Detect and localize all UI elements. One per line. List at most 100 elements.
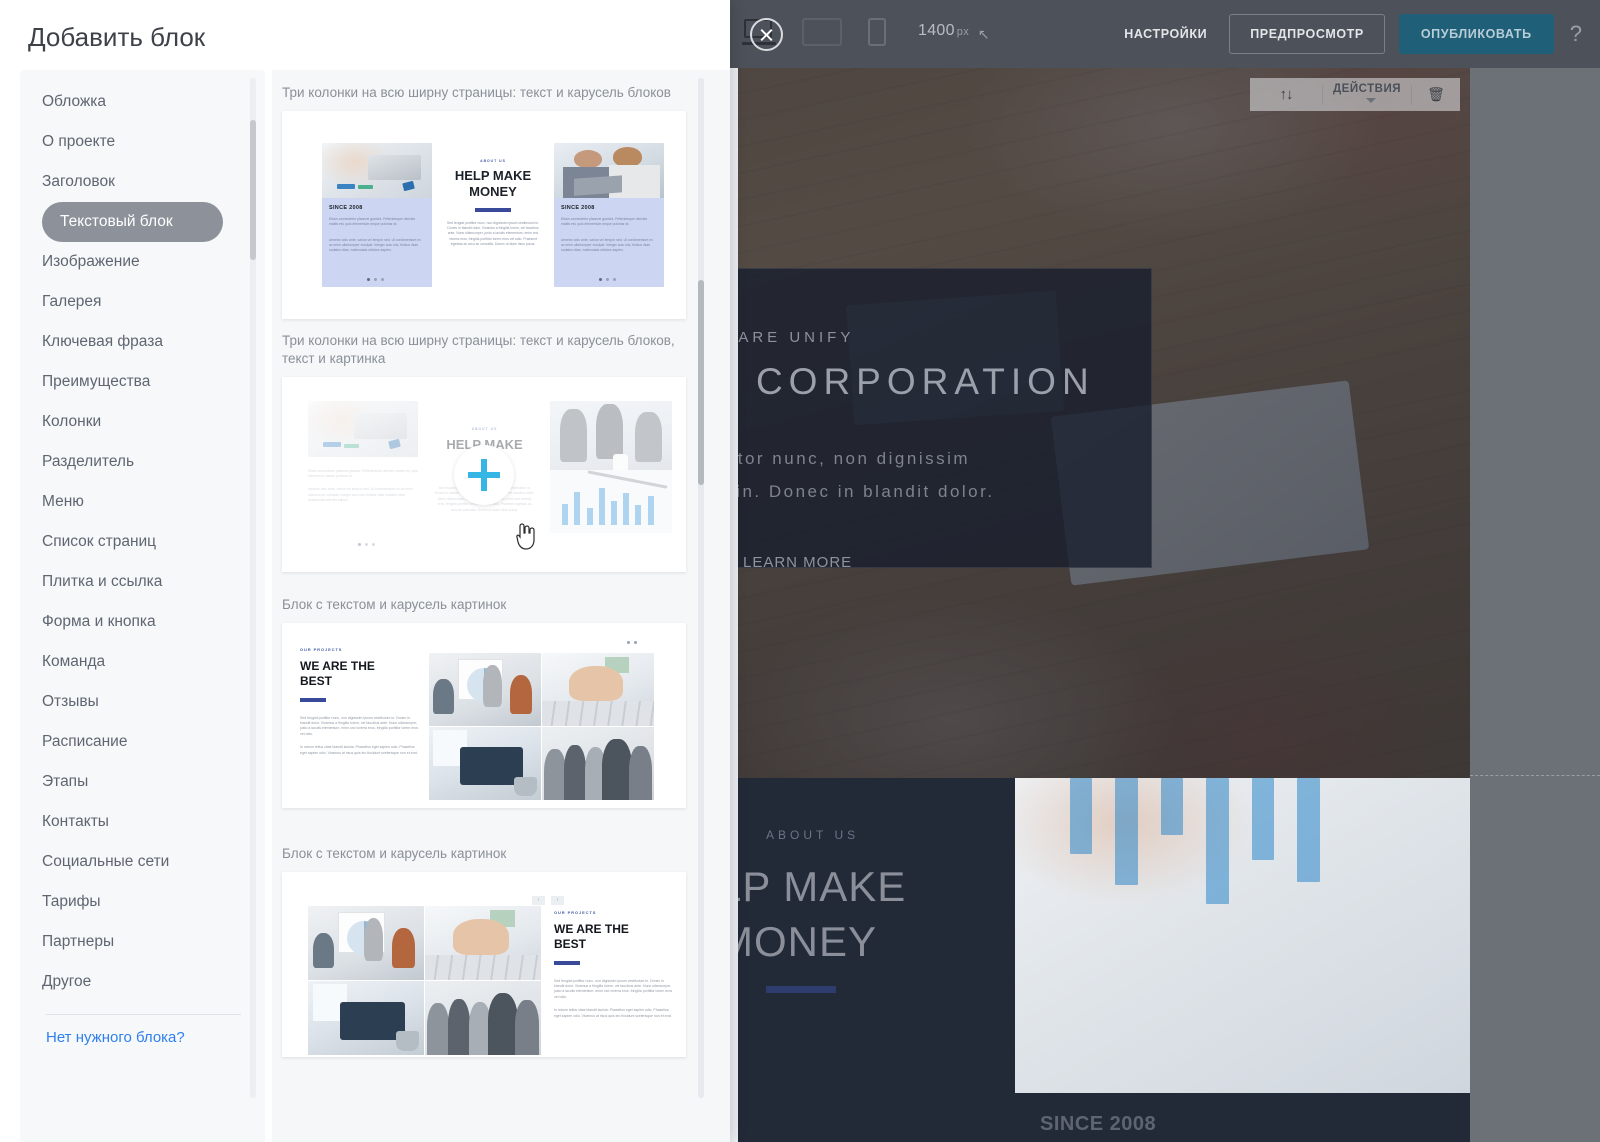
template-label-3: Блок с текстом и карусель картинок [282, 597, 507, 612]
hero-subtitle-line-1: ttitor nunc, non dignissim [730, 449, 971, 468]
expand-icon[interactable]: ↗ [978, 26, 990, 43]
sidebar-item-8[interactable]: Колонки [20, 402, 265, 442]
block-actions-label: ДЕЙСТВИЯ [1332, 82, 1401, 95]
template-4-image-2 [425, 906, 541, 980]
block-actions-dropdown[interactable]: ДЕЙСТВИЯ [1323, 83, 1411, 107]
hero-title: & CORPORATION [730, 361, 1095, 402]
help-icon[interactable]: ? [1570, 21, 1582, 47]
sidebar-item-9[interactable]: Разделитель [20, 442, 265, 482]
template-preview-2[interactable]: Etiam consectetur placerat gravida. Pell… [282, 377, 686, 572]
sidebar-item-14[interactable]: Команда [20, 642, 265, 682]
template-item-4[interactable]: Блок с текстом и карусель картинок ‹ › O… [282, 845, 686, 1057]
template-1-left-carousel-dots[interactable] [367, 278, 384, 281]
template-4-text-column: OUR PROJECTS WE ARE THE BEST Sed feugiat… [554, 910, 674, 1019]
sidebar-item-label: Галерея [42, 293, 102, 310]
template-1-right-p2: Aenean odio ante, varius vel tempor sed.… [561, 238, 653, 253]
sidebar-item-label: Расписание [42, 733, 128, 750]
sidebar-item-label: Список страниц [42, 533, 157, 550]
template-preview-4[interactable]: ‹ › OUR PROJECTS WE ARE THE BEST Sed feu… [282, 872, 686, 1057]
close-modal-button[interactable] [750, 18, 783, 51]
sidebar-item-18[interactable]: Контакты [20, 802, 265, 842]
sidebar-item-2[interactable]: Заголовок [20, 162, 265, 202]
template-4-rule [554, 961, 580, 965]
sidebar-item-label: О проекте [42, 133, 116, 150]
template-preview-1[interactable]: SINCE 2008 Etiam consectetur placerat gr… [282, 111, 686, 319]
move-block-button[interactable]: ↑↓ [1250, 86, 1322, 103]
template-item-2[interactable]: Три колонки на всю ширну страницы: текст… [282, 332, 686, 572]
template-1-right-heading: SINCE 2008 [561, 205, 595, 211]
template-3-title-2: BEST [300, 674, 333, 688]
sidebar-item-label: Колонки [42, 413, 102, 430]
sidebar-item-label: Социальные сети [42, 853, 170, 870]
template-preview-3[interactable]: OUR PROJECTS WE ARE THE BEST Sed feugiat… [282, 623, 686, 808]
add-template-plus-button[interactable] [454, 444, 514, 505]
preview-button[interactable]: ПРЕДПРОСМОТР [1229, 14, 1385, 54]
sidebar-item-22[interactable]: Другое [20, 962, 265, 1002]
template-4-image-3 [308, 981, 424, 1055]
sidebar-scrollbar-thumb[interactable] [250, 120, 256, 260]
no-block-needed-link[interactable]: Нет нужного блока? [20, 1015, 265, 1060]
template-4-carousel-nav[interactable]: ‹ › [532, 896, 564, 905]
sidebar-item-label: Форма и кнопка [42, 613, 156, 630]
canvas-outside-area [1470, 68, 1600, 1142]
publish-button[interactable]: ОПУБЛИКОВАТЬ [1398, 14, 1554, 54]
sidebar-item-13[interactable]: Форма и кнопка [20, 602, 265, 642]
sidebar-item-19[interactable]: Социальные сети [20, 842, 265, 882]
template-label-2: Три колонки на всю ширну страницы: текст… [282, 333, 675, 366]
template-1-right-text-panel: SINCE 2008 Etiam consectetur placerat gr… [554, 198, 664, 287]
template-1-left-heading: SINCE 2008 [329, 205, 363, 211]
template-4-p2: In rutrum tellus vitae blandit lacinia. … [554, 1008, 672, 1018]
template-1-right-carousel-dots[interactable] [599, 278, 616, 281]
trash-icon[interactable]: 🗑 [1412, 86, 1460, 103]
template-3-image-4 [542, 727, 654, 800]
sidebar-item-5[interactable]: Галерея [20, 282, 265, 322]
template-3-rule [300, 698, 326, 702]
sidebar-item-21[interactable]: Партнеры [20, 922, 265, 962]
template-scrollbar-track[interactable] [698, 78, 704, 1098]
sidebar-item-0[interactable]: Обложка [20, 82, 265, 122]
sidebar-item-17[interactable]: Этапы [20, 762, 265, 802]
sidebar-item-1[interactable]: О проекте [20, 122, 265, 162]
carousel-next-button[interactable]: › [551, 896, 564, 905]
template-1-image-left [322, 143, 432, 198]
template-4-image-4 [425, 981, 541, 1055]
chevron-down-icon [1365, 97, 1376, 103]
template-3-carousel-nav[interactable] [627, 641, 637, 644]
page-canvas: E ARE UNIFY & CORPORATION ttitor nunc, n… [730, 68, 1470, 1142]
sidebar-item-12[interactable]: Плитка и ссылка [20, 562, 265, 602]
sidebar-item-label: Заголовок [42, 173, 115, 190]
template-item-3[interactable]: Блок с текстом и карусель картинок OUR P… [282, 596, 686, 808]
template-item-1[interactable]: Три колонки на всю ширну страницы: текст… [282, 84, 686, 319]
hero-eyebrow: E ARE UNIFY [730, 329, 855, 346]
template-3-image-3 [429, 727, 541, 800]
template-scrollbar-thumb[interactable] [698, 280, 704, 485]
template-3-image-1 [429, 653, 541, 726]
sidebar-item-label: Обложка [42, 93, 107, 110]
sidebar-item-4[interactable]: Изображение [20, 242, 265, 282]
template-label-4: Блок с текстом и карусель картинок [282, 846, 507, 861]
template-1-mid-rule [475, 208, 511, 212]
sidebar-item-20[interactable]: Тарифы [20, 882, 265, 922]
mobile-icon[interactable] [868, 18, 886, 46]
sidebar-item-16[interactable]: Расписание [20, 722, 265, 762]
sidebar-item-15[interactable]: Отзывы [20, 682, 265, 722]
sidebar-item-6[interactable]: Ключевая фраза [20, 322, 265, 362]
canvas-width-number: 1400 [918, 22, 955, 39]
template-3-image-2 [542, 653, 654, 726]
carousel-prev-button[interactable]: ‹ [532, 896, 545, 905]
tablet-icon[interactable] [802, 18, 842, 46]
modal-title: Добавить блок [28, 22, 206, 52]
about-section: ABOUT US LP MAKE MONEY SINCE 2008 [730, 778, 1470, 1142]
add-block-modal: Добавить блок Обложка О проекте Заголовок Т… [0, 0, 730, 1142]
sidebar-item-3[interactable]: Текстовый блок [42, 202, 223, 242]
sidebar-item-label: Отзывы [42, 693, 99, 710]
hero-learn-more-button[interactable]: LEARN MORE [743, 554, 852, 571]
block-category-sidebar: Обложка О проекте Заголовок Текстовый блок И… [20, 70, 265, 1142]
topbar-actions: НАСТРОЙКИ ПРЕДПРОСМОТР ОПУБЛИКОВАТЬ ? [1106, 14, 1584, 54]
sidebar-item-11[interactable]: Список страниц [20, 522, 265, 562]
template-1-mid-body: Sed feugiat porttitor nunc, non dignissi… [446, 220, 540, 247]
settings-button[interactable]: НАСТРОЙКИ [1106, 14, 1225, 54]
sidebar-item-7[interactable]: Преимущества [20, 362, 265, 402]
canvas-left-gutter [730, 68, 738, 1142]
sidebar-item-10[interactable]: Меню [20, 482, 265, 522]
